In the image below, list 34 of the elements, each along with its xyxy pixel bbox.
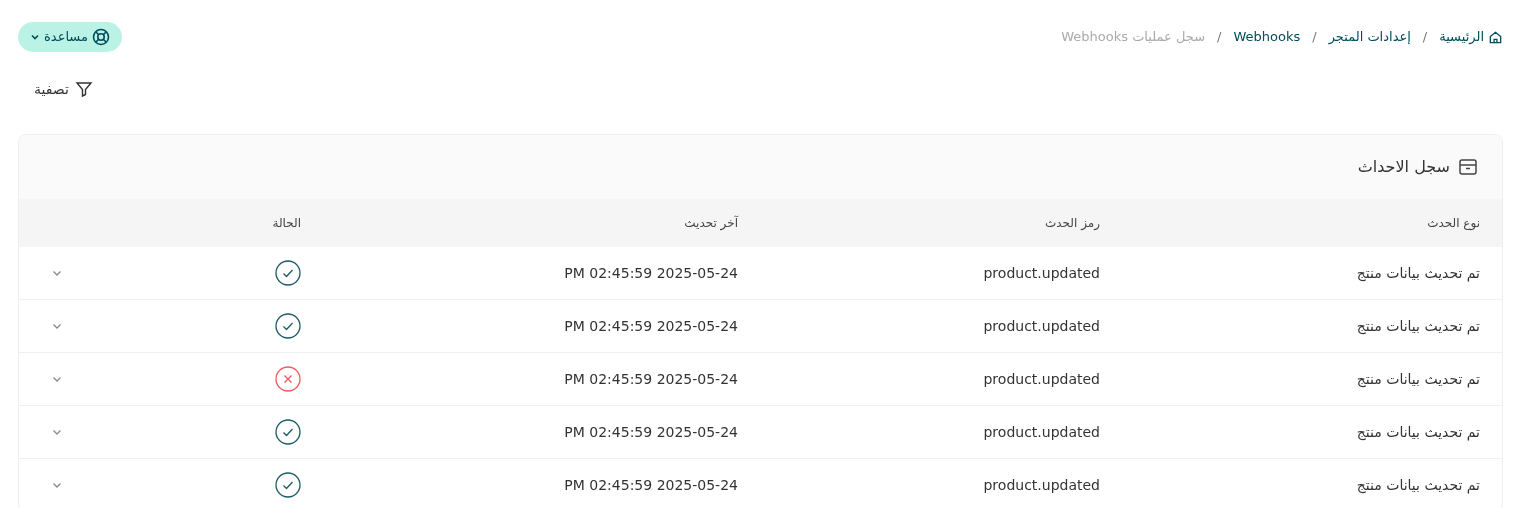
column-header: رمز الحدث: [1045, 216, 1100, 230]
event-type-cell: تم تحديث بيانات منتج: [1356, 317, 1480, 334]
column-header: نوع الحدث: [1427, 216, 1480, 230]
breadcrumb-separator: /: [1312, 28, 1317, 47]
timestamp-cell: 2025-05-24 02:45:59 PM: [564, 264, 738, 281]
event-code-cell: product.updated: [983, 370, 1100, 387]
filter-icon: [74, 80, 93, 98]
event-code-cell: product.updated: [983, 317, 1100, 334]
event-code-cell: product.updated: [983, 264, 1100, 281]
timestamp-cell: 2025-05-24 02:45:59 PM: [564, 370, 738, 387]
filter-button[interactable]: تصفية: [18, 70, 109, 108]
home-icon: [1488, 29, 1503, 45]
event-type-cell: تم تحديث بيانات منتج: [1356, 423, 1480, 440]
lifebuoy-icon: [91, 28, 110, 46]
timestamp-cell: 2025-05-24 02:45:59 PM: [564, 317, 738, 334]
caret-icon: [30, 32, 40, 42]
event-type-cell: تم تحديث بيانات منتج: [1356, 370, 1480, 387]
breadcrumb-link[interactable]: إعدادات المتجر: [1328, 27, 1411, 47]
current-page-label: سجل عمليات Webhooks: [1061, 28, 1206, 47]
archive-icon: [1458, 157, 1478, 177]
breadcrumb-link[interactable]: الرئيسية: [1439, 27, 1503, 47]
column-header: الحالة: [272, 216, 301, 230]
breadcrumb-separator: /: [1217, 28, 1222, 47]
column-header: آخر تحديث: [684, 216, 738, 230]
help-button[interactable]: مساعدة: [18, 22, 122, 52]
event-code-cell: product.updated: [983, 476, 1100, 493]
card-title: سجل الاحداث: [1357, 156, 1450, 178]
event-type-cell: تم تحديث بيانات منتج: [1356, 264, 1480, 281]
breadcrumb-link[interactable]: Webhooks: [1233, 27, 1301, 47]
event-code-cell: product.updated: [983, 423, 1100, 440]
breadcrumb-separator: /: [1422, 28, 1428, 47]
timestamp-cell: 2025-05-24 02:45:59 PM: [564, 476, 738, 493]
event-type-cell: تم تحديث بيانات منتج: [1356, 476, 1480, 493]
timestamp-cell: 2025-05-24 02:45:59 PM: [564, 423, 738, 440]
